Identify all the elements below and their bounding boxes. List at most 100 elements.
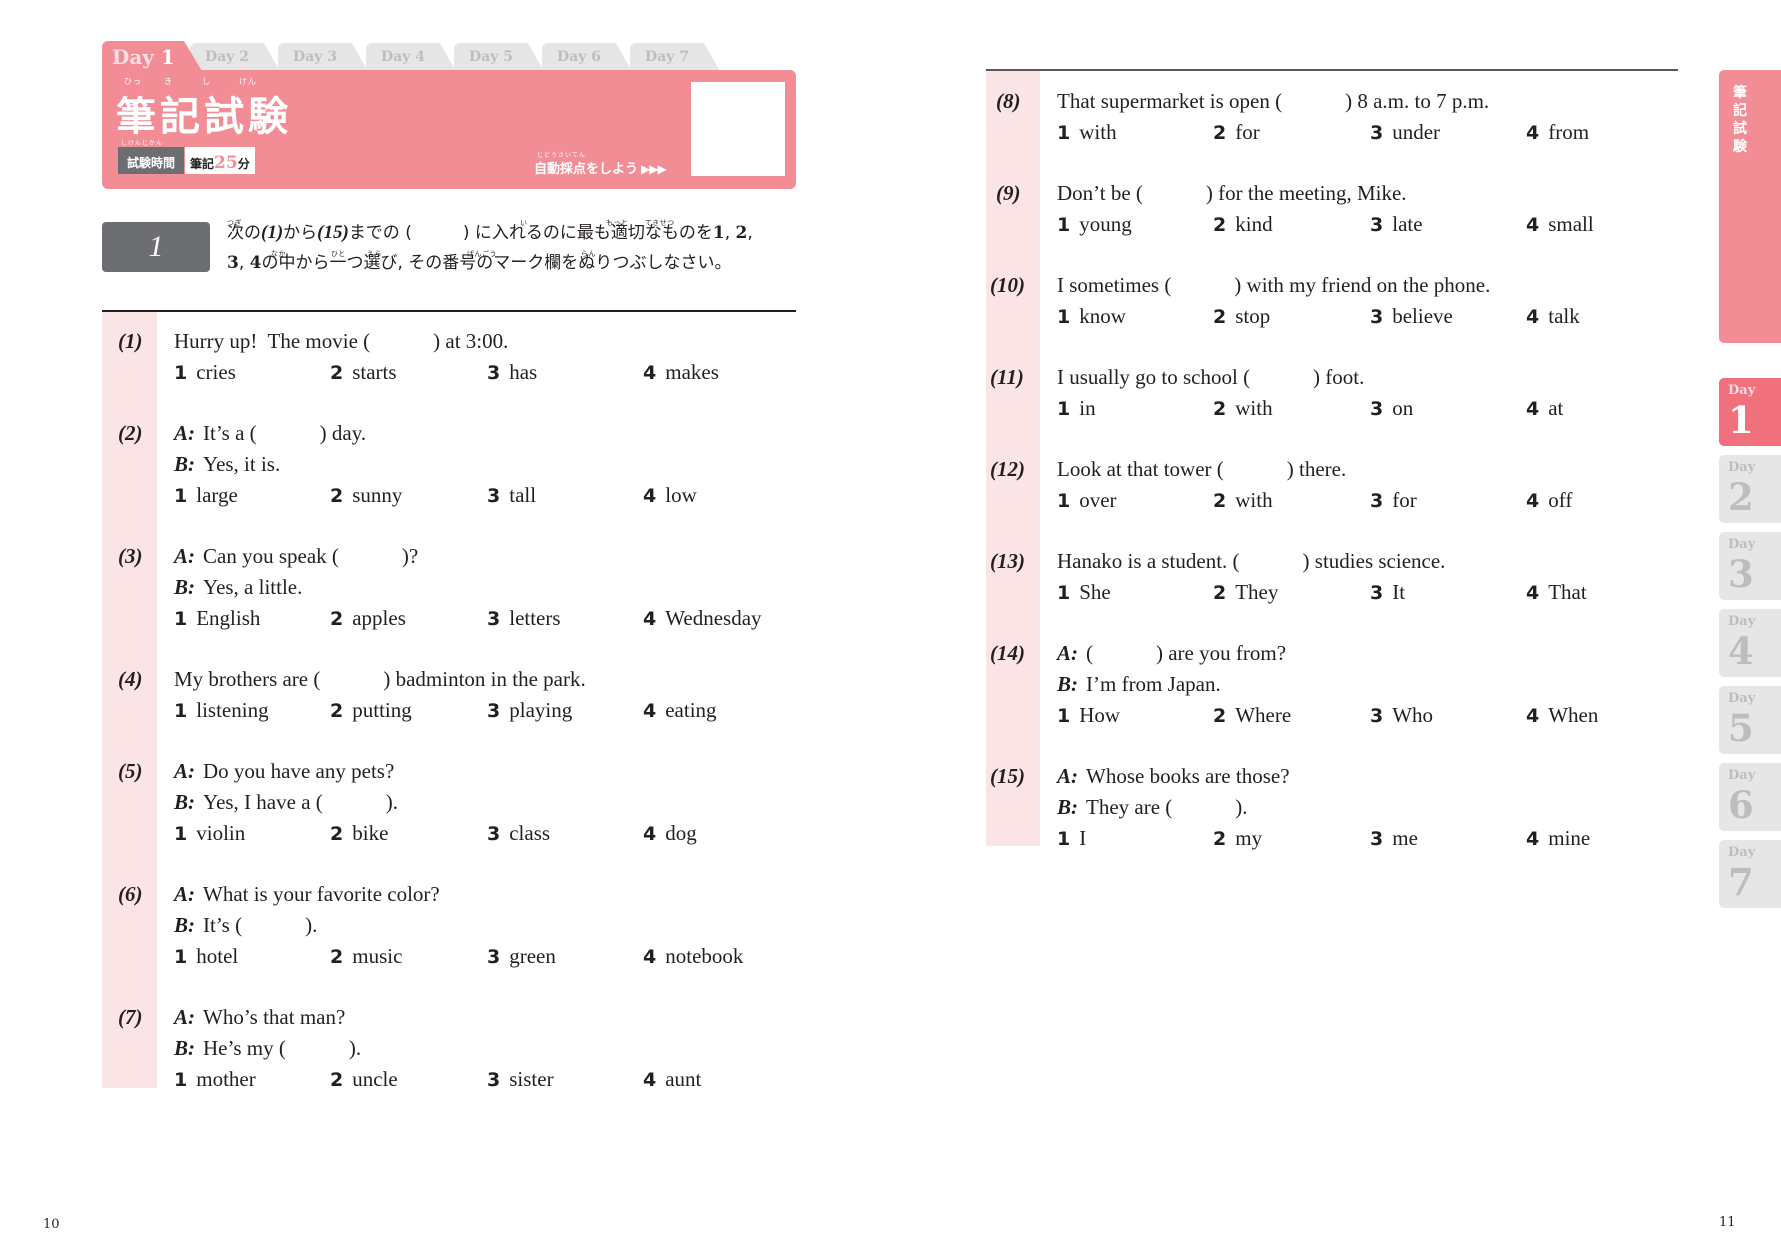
- choice-number: 3: [1370, 705, 1384, 727]
- answer-choice-1[interactable]: 1 in: [1057, 393, 1096, 425]
- qr-code-box[interactable]: [691, 82, 785, 176]
- day-tab-4[interactable]: Day 4: [366, 43, 456, 71]
- answer-choice-3[interactable]: 3 me: [1370, 823, 1418, 855]
- answer-choice-4[interactable]: 4 off: [1526, 485, 1572, 517]
- sidebar-day-6[interactable]: Day 6: [1719, 763, 1781, 831]
- answer-choice-3[interactable]: 3 letters: [487, 603, 561, 635]
- answer-choice-1[interactable]: 1 cries: [174, 357, 236, 389]
- answer-choice-2[interactable]: 2 putting: [330, 695, 412, 727]
- question-number: (1): [118, 329, 143, 353]
- day-tab-1[interactable]: Day 1: [102, 41, 202, 71]
- answer-choice-4[interactable]: 4 talk: [1526, 301, 1580, 333]
- answer-choice-2[interactable]: 2 sunny: [330, 480, 402, 512]
- answer-choice-3[interactable]: 3 under: [1370, 117, 1440, 149]
- answer-choice-3[interactable]: 3 late: [1370, 209, 1423, 241]
- answer-choice-2[interactable]: 2 my: [1213, 823, 1262, 855]
- answer-choice-2[interactable]: 2 apples: [330, 603, 406, 635]
- answer-choice-2[interactable]: 2 stop: [1213, 301, 1270, 333]
- answer-choice-3[interactable]: 3 for: [1370, 485, 1417, 517]
- question-number: (8): [996, 89, 1021, 113]
- answer-choice-2[interactable]: 2 bike: [330, 818, 388, 850]
- answer-choice-4[interactable]: 4 mine: [1526, 823, 1590, 855]
- question-number: (4): [118, 667, 143, 691]
- answer-choice-4[interactable]: 4 makes: [643, 357, 719, 389]
- choice-text: under: [1392, 120, 1441, 144]
- answer-choice-1[interactable]: 1 over: [1057, 485, 1117, 517]
- answer-choice-4[interactable]: 4 That: [1526, 577, 1587, 609]
- day-tab-6[interactable]: Day 6: [542, 43, 632, 71]
- sidebar-day-4[interactable]: Day 4: [1719, 609, 1781, 677]
- answer-choice-1[interactable]: 1 know: [1057, 301, 1126, 333]
- answer-choice-2[interactable]: 2 starts: [330, 357, 397, 389]
- sidebar-day-2[interactable]: Day 2: [1719, 455, 1781, 523]
- answer-choice-2[interactable]: 2 kind: [1213, 209, 1273, 241]
- answer-choice-3[interactable]: 3 sister: [487, 1064, 554, 1096]
- answer-choice-4[interactable]: 4 Wednesday: [643, 603, 762, 635]
- sidebar-day-word: Day: [1728, 537, 1756, 552]
- choice-number: 1: [1057, 122, 1071, 144]
- choice-text: with: [1235, 396, 1273, 420]
- answer-choice-3[interactable]: 3 green: [487, 941, 556, 973]
- answer-choice-1[interactable]: 1 listening: [174, 695, 269, 727]
- answer-choice-2[interactable]: 2 uncle: [330, 1064, 398, 1096]
- answer-choice-3[interactable]: 3 Who: [1370, 700, 1433, 732]
- choice-text: eating: [665, 698, 717, 722]
- choice-text: putting: [352, 698, 412, 722]
- sidebar-day-1[interactable]: Day 1: [1719, 378, 1781, 446]
- answer-choice-4[interactable]: 4 eating: [643, 695, 717, 727]
- section-number-badge: 1: [102, 222, 210, 272]
- day-tab-3[interactable]: Day 3: [278, 43, 368, 71]
- answer-choice-1[interactable]: 1 hotel: [174, 941, 238, 973]
- choice-number: 1: [1057, 490, 1071, 512]
- answer-choice-3[interactable]: 3 playing: [487, 695, 572, 727]
- answer-choice-4[interactable]: 4 aunt: [643, 1064, 701, 1096]
- answer-choice-1[interactable]: 1 How: [1057, 700, 1120, 732]
- answer-choice-3[interactable]: 3 believe: [1370, 301, 1453, 333]
- answer-choice-3[interactable]: 3 has: [487, 357, 537, 389]
- answer-choice-3[interactable]: 3 tall: [487, 480, 536, 512]
- answer-choice-3[interactable]: 3 class: [487, 818, 550, 850]
- answer-choice-2[interactable]: 2 with: [1213, 393, 1273, 425]
- answer-choice-2[interactable]: 2 for: [1213, 117, 1260, 149]
- answer-choice-1[interactable]: 1 large: [174, 480, 238, 512]
- question-number: (5): [118, 759, 143, 783]
- answer-choice-4[interactable]: 4 at: [1526, 393, 1563, 425]
- answer-choice-4[interactable]: 4 from: [1526, 117, 1589, 149]
- answer-choice-4[interactable]: 4 notebook: [643, 941, 743, 973]
- choice-number: 2: [330, 946, 344, 968]
- sidebar-day-7[interactable]: Day 7: [1719, 840, 1781, 908]
- speaker-label: B:: [174, 575, 195, 599]
- choice-number: 1: [174, 1069, 188, 1091]
- answer-choice-4[interactable]: 4 When: [1526, 700, 1598, 732]
- answer-choice-1[interactable]: 1I: [1057, 823, 1086, 855]
- answer-choice-2[interactable]: 2 with: [1213, 485, 1273, 517]
- question-line: B: They are ( ).: [1057, 792, 1248, 823]
- sidebar-day-5[interactable]: Day 5: [1719, 686, 1781, 754]
- sidebar-day-number: 4: [1728, 629, 1754, 673]
- day-tab-5[interactable]: Day 5: [454, 43, 544, 71]
- answer-choice-2[interactable]: 2 music: [330, 941, 402, 973]
- answer-choice-1[interactable]: 1 mother: [174, 1064, 256, 1096]
- answer-choice-1[interactable]: 1 with: [1057, 117, 1117, 149]
- answer-choice-1[interactable]: 1 She: [1057, 577, 1111, 609]
- answer-choice-2[interactable]: 2 They: [1213, 577, 1278, 609]
- answer-choice-3[interactable]: 3 It: [1370, 577, 1405, 609]
- answer-choice-1[interactable]: 1 young: [1057, 209, 1132, 241]
- sidebar-day-3[interactable]: Day 3: [1719, 532, 1781, 600]
- answer-choice-4[interactable]: 4 dog: [643, 818, 697, 850]
- answer-choice-1[interactable]: 1 violin: [174, 818, 245, 850]
- auto-grade-link[interactable]: 自動採点をしよう ▶▶▶: [534, 158, 667, 177]
- question-text: I sometimes ( ) with my friend on the ph…: [1057, 273, 1491, 297]
- sidebar-section-tab[interactable]: 筆 記 試 験: [1719, 70, 1781, 343]
- answer-choice-4[interactable]: 4 low: [643, 480, 697, 512]
- answer-choice-4[interactable]: 4 small: [1526, 209, 1594, 241]
- question-text: Who’s that man?: [203, 1005, 346, 1029]
- choice-number: 1: [174, 362, 188, 384]
- day-tab-2[interactable]: Day 2: [190, 43, 280, 71]
- answer-choice-1[interactable]: 1 English: [174, 603, 260, 635]
- day-tab-7[interactable]: Day 7: [630, 43, 720, 71]
- sidebar-day-word: Day: [1728, 845, 1756, 860]
- question-line: I usually go to school ( ) foot.: [1057, 362, 1364, 393]
- answer-choice-3[interactable]: 3 on: [1370, 393, 1413, 425]
- answer-choice-2[interactable]: 2 Where: [1213, 700, 1291, 732]
